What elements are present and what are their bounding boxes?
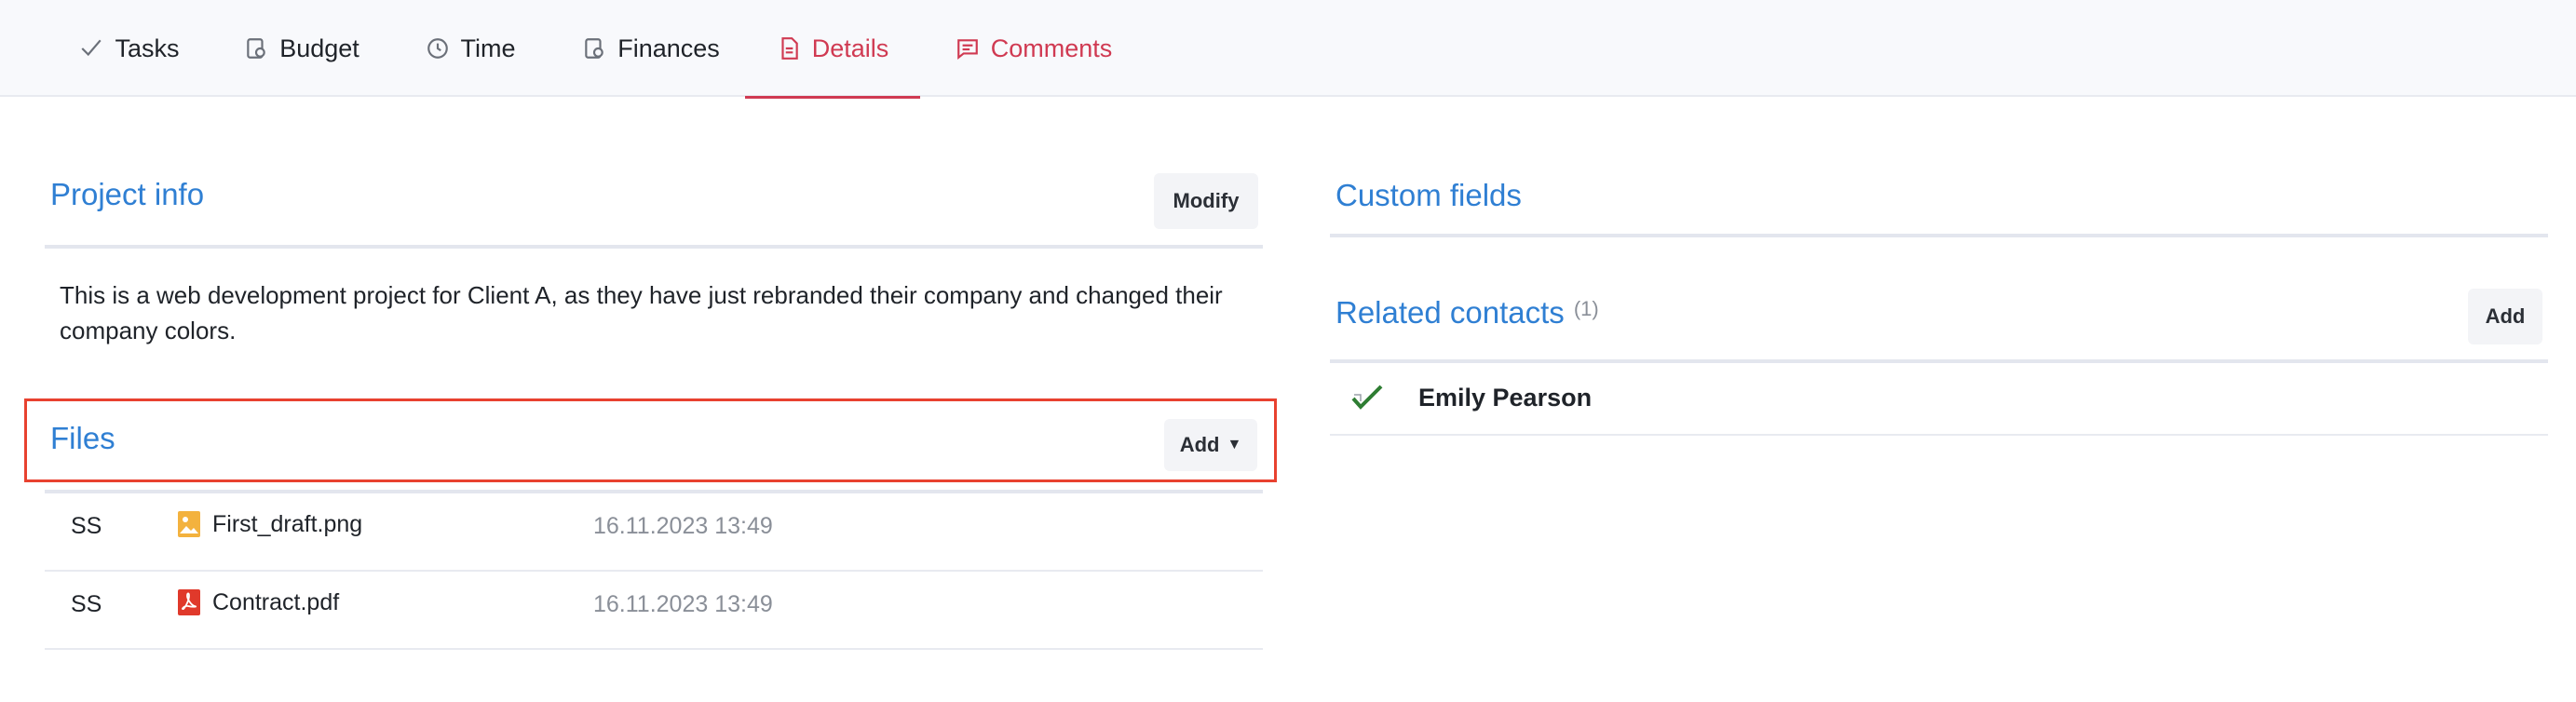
project-info-title: Project info <box>50 177 205 211</box>
tab-label: Budget <box>279 34 359 62</box>
file-link[interactable]: Contract.pdf <box>177 588 339 616</box>
files-header-highlight <box>24 398 1277 482</box>
related-contacts-count: (1) <box>1573 297 1599 320</box>
file-row-divider <box>45 570 1263 572</box>
tab-time[interactable]: Time <box>412 0 529 97</box>
check-icon <box>79 36 103 61</box>
finances-icon <box>582 36 606 61</box>
files-title: Files <box>50 421 115 455</box>
contact-row-divider <box>1330 434 2548 436</box>
related-contacts-title: Related contacts (1) <box>1335 293 1599 331</box>
pdf-file-icon <box>177 588 201 616</box>
check-icon <box>1351 385 1383 410</box>
clock-icon <box>426 36 450 61</box>
modify-button[interactable]: Modify <box>1154 173 1258 229</box>
custom-fields-title: Custom fields <box>1335 178 1522 212</box>
add-label: Add <box>1179 433 1220 456</box>
tab-tasks[interactable]: Tasks <box>60 0 199 97</box>
tab-details[interactable]: Details <box>745 0 920 99</box>
file-date: 16.11.2023 13:49 <box>593 591 773 617</box>
file-link[interactable]: First_draft.png <box>177 510 362 538</box>
file-row-divider <box>45 648 1263 650</box>
contacts-add-button[interactable]: Add <box>2468 289 2542 344</box>
custom-fields-divider <box>1330 234 2548 237</box>
files-divider <box>45 490 1263 493</box>
tab-bar: Tasks Budget Time Finances Details Comme… <box>0 0 2576 99</box>
file-name: Contract.pdf <box>212 588 340 615</box>
budget-icon <box>244 36 268 61</box>
image-file-icon <box>177 510 201 538</box>
project-description: This is a web development project for Cl… <box>60 281 1223 344</box>
files-add-button[interactable]: Add ▼ <box>1164 419 1257 471</box>
tab-label: Comments <box>990 34 1113 62</box>
file-name: First_draft.png <box>212 510 363 537</box>
tab-finances[interactable]: Finances <box>566 0 736 97</box>
related-contacts-label: Related contacts <box>1335 295 1565 330</box>
project-info-divider <box>45 245 1263 249</box>
comment-icon <box>956 36 980 61</box>
tab-label: Details <box>811 34 889 62</box>
tab-label: Tasks <box>115 34 180 62</box>
contact-name[interactable]: Emily Pearson <box>1418 384 1592 412</box>
file-owner: SS <box>71 513 102 539</box>
caret-down-icon: ▼ <box>1227 437 1242 452</box>
tab-label: Finances <box>617 34 720 62</box>
tab-budget[interactable]: Budget <box>231 0 373 97</box>
tab-comments[interactable]: Comments <box>946 0 1121 97</box>
tab-label: Time <box>460 34 516 62</box>
related-contacts-divider <box>1330 359 2548 363</box>
file-date: 16.11.2023 13:49 <box>593 513 773 539</box>
file-owner: SS <box>71 591 102 617</box>
document-icon <box>777 36 801 61</box>
